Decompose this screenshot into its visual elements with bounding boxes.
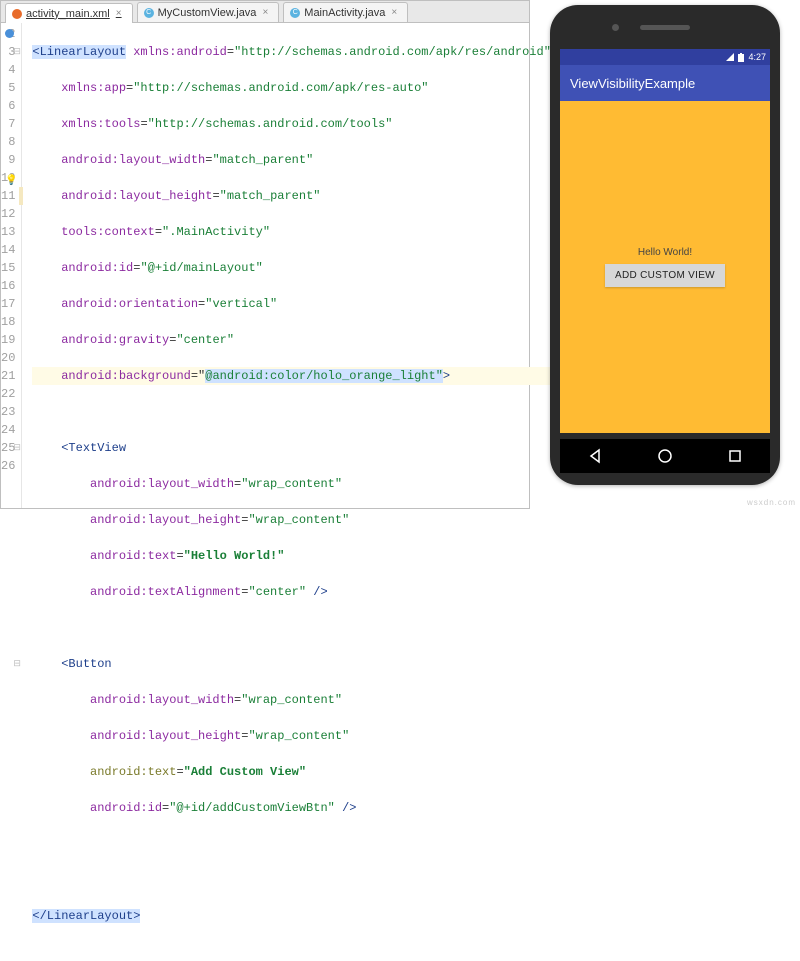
fold-icon[interactable]: ⊟: [13, 655, 21, 673]
xml-close-tag: </LinearLayout>: [32, 909, 140, 923]
tab-label: MainActivity.java: [304, 7, 385, 19]
back-icon[interactable]: [587, 448, 603, 464]
recent-apps-icon[interactable]: [727, 448, 743, 464]
close-icon[interactable]: ×: [391, 7, 397, 18]
home-icon[interactable]: [657, 448, 673, 464]
app-bar: ViewVisibilityExample: [560, 65, 770, 101]
app-title: ViewVisibilityExample: [570, 76, 695, 91]
selected-value: @android:color/holo_orange_light": [205, 369, 443, 383]
device-emulator: 4:27 ViewVisibilityExample Hello World! …: [550, 5, 780, 485]
signal-icon: [726, 53, 734, 61]
tab-mainactivity-java[interactable]: C MainActivity.java ×: [283, 2, 408, 22]
java-file-icon: C: [144, 8, 154, 18]
tab-label: activity_main.xml: [26, 8, 110, 20]
tab-mycustomview-java[interactable]: C MyCustomView.java ×: [137, 2, 280, 22]
xml-tag: <LinearLayout: [32, 45, 126, 59]
status-time: 4:27: [748, 52, 766, 62]
battery-icon: [738, 53, 744, 62]
sensor-icon: [612, 24, 619, 31]
java-file-icon: C: [290, 8, 300, 18]
app-body: Hello World! ADD CUSTOM VIEW: [560, 101, 770, 433]
status-bar: 4:27: [560, 49, 770, 65]
code-area[interactable]: 2 3 4 5 6 7 8 9 💡10 11 12 13 14 15 16 17…: [1, 23, 529, 508]
fold-icon[interactable]: ⊟: [13, 43, 21, 61]
code-editor-body[interactable]: ⊟<LinearLayout xmlns:android="http://sch…: [22, 23, 551, 508]
watermark: wsxdn.com: [747, 498, 796, 507]
close-icon[interactable]: ×: [116, 8, 122, 19]
xml-file-icon: [12, 9, 22, 19]
hello-text: Hello World!: [638, 247, 692, 258]
device-screen: 4:27 ViewVisibilityExample Hello World! …: [560, 49, 770, 433]
add-custom-view-button[interactable]: ADD CUSTOM VIEW: [605, 264, 725, 287]
breakpoint-icon[interactable]: [5, 29, 14, 38]
tab-label: MyCustomView.java: [158, 7, 257, 19]
speaker-icon: [640, 25, 690, 30]
close-icon[interactable]: ×: [262, 7, 268, 18]
lightbulb-icon[interactable]: 💡: [5, 173, 14, 182]
tab-activity-main-xml[interactable]: activity_main.xml ×: [5, 3, 133, 23]
navigation-bar: [560, 439, 770, 473]
fold-icon[interactable]: ⊟: [13, 439, 21, 457]
editor-tabs: activity_main.xml × C MyCustomView.java …: [1, 1, 529, 23]
line-number-gutter: 2 3 4 5 6 7 8 9 💡10 11 12 13 14 15 16 17…: [1, 23, 22, 508]
editor-pane: activity_main.xml × C MyCustomView.java …: [0, 0, 530, 509]
